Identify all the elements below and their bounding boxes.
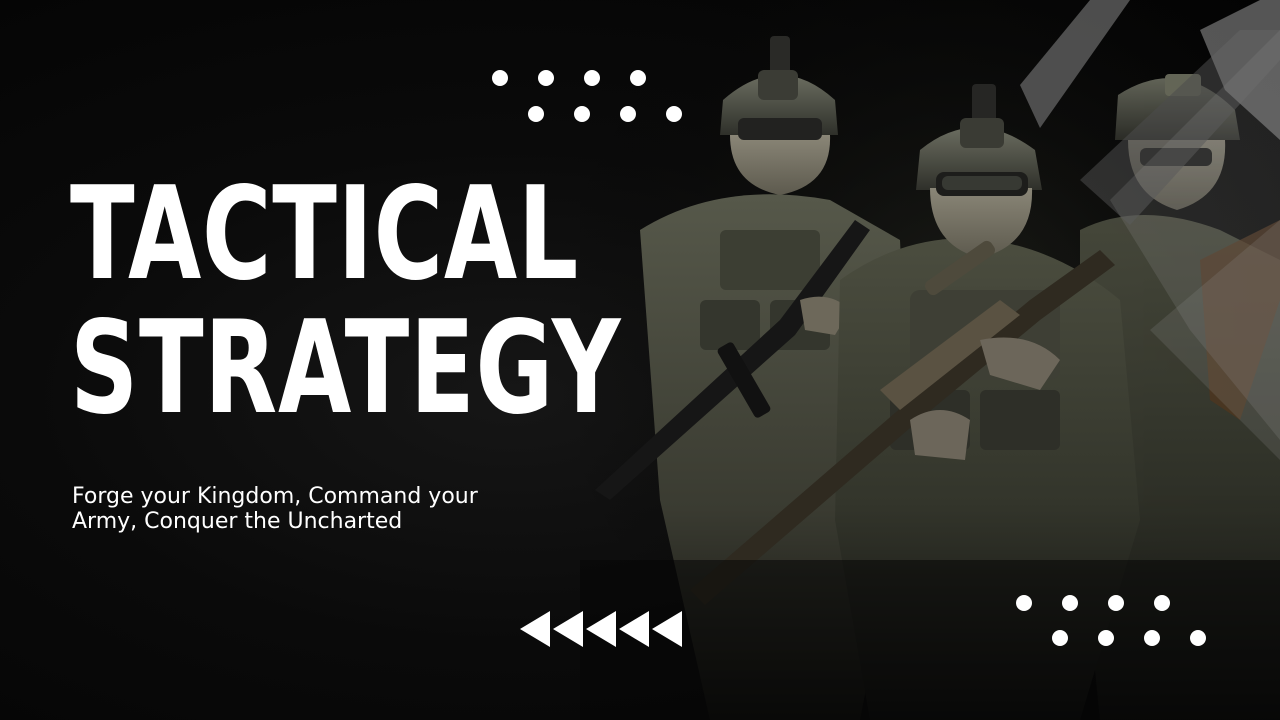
slide-canvas: TACTICAL STRATEGY Forge your Kingdom, Co… (0, 0, 1280, 720)
dot (630, 70, 646, 86)
dot (620, 106, 636, 122)
dot (1052, 630, 1068, 646)
subtitle: Forge your Kingdom, Command your Army, C… (72, 484, 478, 534)
title-line-2: STRATEGY (70, 294, 622, 443)
dot (1108, 595, 1124, 611)
title-line-1: TACTICAL (70, 160, 580, 309)
dot-grid-icon (490, 68, 690, 128)
dot (1062, 595, 1078, 611)
dot (666, 106, 682, 122)
dot (1190, 630, 1206, 646)
dot (492, 70, 508, 86)
dot (574, 106, 590, 122)
triangle (586, 611, 616, 647)
dot (1144, 630, 1160, 646)
dot (1016, 595, 1032, 611)
triangle (553, 611, 583, 647)
dot-grid-icon (1014, 594, 1214, 654)
triangle (652, 611, 682, 647)
triangle (520, 611, 550, 647)
triangle (619, 611, 649, 647)
dot (538, 70, 554, 86)
dot (528, 106, 544, 122)
dot (1154, 595, 1170, 611)
dot (1098, 630, 1114, 646)
page-title: TACTICAL STRATEGY (70, 168, 621, 436)
dot (584, 70, 600, 86)
